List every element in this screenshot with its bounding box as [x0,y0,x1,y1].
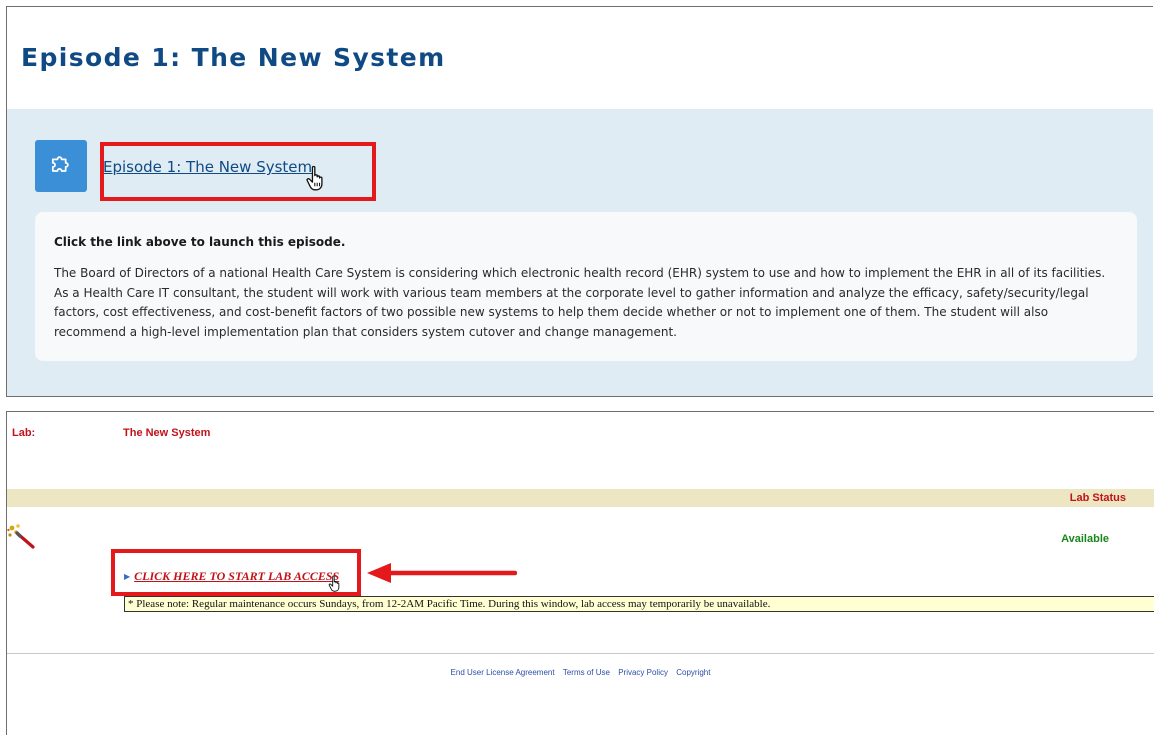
start-lab-access-link[interactable]: CLICK HERE TO START LAB ACCESS [134,569,339,583]
activity-icon-tile[interactable] [35,140,87,192]
episode-description: The Board of Directors of a national Hea… [54,266,1106,339]
episode-panel: Episode 1: The New System Episode 1: The… [6,6,1153,397]
activity-area: Episode 1: The New System Click the link… [7,109,1153,396]
lab-name: The New System [123,427,211,439]
puzzle-icon [47,150,75,183]
lab-status-value: Available [1061,533,1109,545]
maintenance-note: * Please note: Regular maintenance occur… [124,596,1154,612]
launch-instruction: Click the link above to launch this epis… [54,235,346,249]
bullet-triangle-icon: ▶ [124,572,131,581]
lab-status-heading: Lab Status [1069,492,1126,504]
footer-link-terms[interactable]: Terms of Use [563,668,610,677]
episode-description-card: Click the link above to launch this epis… [35,212,1137,361]
footer-link-privacy[interactable]: Privacy Policy [618,668,668,677]
footer-link-copyright[interactable]: Copyright [676,668,710,677]
start-lab-row: ▶ CLICK HERE TO START LAB ACCESS [124,569,339,584]
footer-divider [7,653,1154,654]
lab-label: Lab: [12,427,36,439]
episode-launch-link[interactable]: Episode 1: The New System [103,158,312,176]
pointer-arrow-icon [365,562,518,589]
lab-status-header-bar: Lab Status [7,489,1154,507]
hand-cursor-icon [303,165,329,196]
hand-cursor-icon [327,575,343,597]
lab-panel: Lab: The New System Lab Status Available… [6,411,1154,735]
footer-links: End User License Agreement Terms of Use … [7,668,1154,677]
footer-link-eula[interactable]: End User License Agreement [451,668,555,677]
magic-wand-icon [7,523,37,554]
page-title: Episode 1: The New System [21,43,446,72]
